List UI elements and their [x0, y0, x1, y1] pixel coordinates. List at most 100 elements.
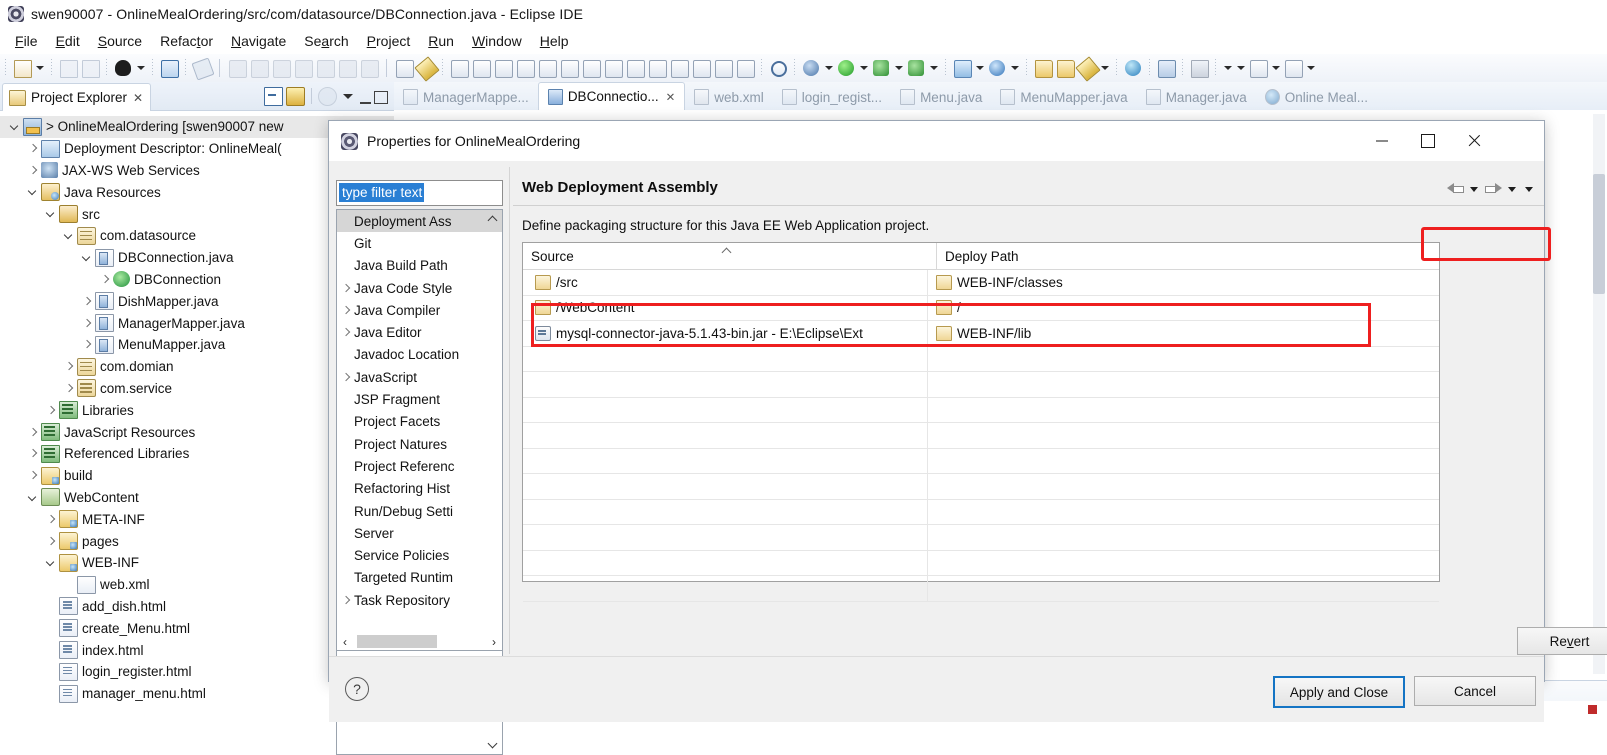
- step-return-icon[interactable]: [337, 58, 357, 78]
- debug-dropdown-icon[interactable]: [823, 58, 834, 78]
- toolbar-icon-j[interactable]: [647, 58, 667, 78]
- apply-and-close-button[interactable]: Apply and Close: [1273, 676, 1405, 708]
- tree-twisty-right-icon[interactable]: [80, 312, 95, 334]
- console-icon[interactable]: [159, 58, 179, 78]
- tree-twisty-right-icon[interactable]: [26, 465, 41, 487]
- tree-twisty-right-icon[interactable]: [26, 443, 41, 465]
- editor-tab[interactable]: DBConnectio... ✕: [537, 82, 686, 110]
- close-button[interactable]: [1451, 121, 1497, 161]
- menu-window[interactable]: Window: [463, 31, 531, 51]
- new-wizard-icon[interactable]: [952, 58, 972, 78]
- open-perspective-icon[interactable]: [1033, 58, 1053, 78]
- tree-twisty-right-icon[interactable]: [44, 508, 59, 530]
- person-icon[interactable]: [113, 58, 133, 78]
- tree-twisty-right-icon[interactable]: [80, 334, 95, 356]
- minimize-button[interactable]: [1359, 121, 1405, 161]
- step-over-icon[interactable]: [315, 58, 335, 78]
- terminate-icon[interactable]: [271, 58, 291, 78]
- forward-arrow-icon[interactable]: [1485, 181, 1502, 196]
- editor-vertical-scrollbar[interactable]: [1593, 114, 1605, 674]
- maximize-button[interactable]: [1405, 121, 1451, 161]
- property-page-item[interactable]: Java Editor: [337, 321, 502, 343]
- toolbar-icon-e[interactable]: [537, 58, 557, 78]
- editor-tab[interactable]: ManagerMappe...: [394, 84, 538, 110]
- forward-dropdown-icon[interactable]: [1506, 182, 1519, 196]
- tree-twisty-right-icon[interactable]: [44, 530, 59, 552]
- menu-project[interactable]: Project: [358, 31, 420, 51]
- down-chevron-icon[interactable]: [488, 739, 500, 751]
- menu-help[interactable]: Help: [531, 31, 578, 51]
- open-task-icon[interactable]: [414, 56, 440, 82]
- property-page-item[interactable]: Java Code Style: [337, 277, 502, 299]
- expand-chevron-icon[interactable]: [339, 299, 354, 321]
- view-menu-icon[interactable]: [340, 88, 357, 105]
- menu-run[interactable]: Run: [419, 31, 463, 51]
- property-page-item[interactable]: Project Natures: [337, 433, 502, 455]
- new-server-dropdown-icon[interactable]: [1009, 58, 1020, 78]
- debug-icon[interactable]: [801, 58, 821, 78]
- property-page-item[interactable]: JSP Fragment: [337, 388, 502, 410]
- toolbar-icon-f[interactable]: [559, 58, 579, 78]
- page-menu-icon[interactable]: [1523, 182, 1536, 196]
- collapse-all-icon[interactable]: [264, 86, 283, 106]
- toolbar-icon-i[interactable]: [625, 58, 645, 78]
- expand-chevron-icon[interactable]: [339, 277, 354, 299]
- property-page-item[interactable]: Java Compiler: [337, 299, 502, 321]
- back-arrow-icon[interactable]: [1447, 181, 1464, 196]
- scroll-left-icon[interactable]: ‹: [337, 635, 353, 649]
- editor-tab[interactable]: login_regist...: [773, 84, 891, 110]
- toolbar-icon-d[interactable]: [515, 58, 535, 78]
- menu-file[interactable]: File: [6, 31, 47, 51]
- editor-tab[interactable]: web.xml: [685, 84, 773, 110]
- tree-twisty-down-icon[interactable]: [8, 116, 23, 138]
- toolbar-icon-n[interactable]: [735, 58, 755, 78]
- minimize-icon[interactable]: [360, 92, 371, 104]
- property-page-item[interactable]: Run/Debug Setti: [337, 500, 502, 522]
- tree-twisty-right-icon[interactable]: [44, 399, 59, 421]
- tree-twisty-down-icon[interactable]: [62, 225, 77, 247]
- focus-icon[interactable]: [318, 86, 337, 106]
- toggle-mark-occurrences-icon[interactable]: [394, 58, 414, 78]
- revert-button[interactable]: Re v ert: [1517, 627, 1607, 655]
- run-icon[interactable]: [836, 58, 856, 78]
- toolbar-icon-k[interactable]: [669, 58, 689, 78]
- table-row[interactable]: /WebContent /: [523, 295, 1439, 321]
- toolbar-overflow-a-icon[interactable]: [1222, 58, 1233, 78]
- help-icon[interactable]: ?: [345, 677, 369, 701]
- maximize-icon[interactable]: [374, 91, 388, 104]
- column-header-deploy-path[interactable]: Deploy Path: [937, 243, 1439, 269]
- toolbar-icon-a[interactable]: [449, 58, 469, 78]
- toolbar-icon-b[interactable]: [471, 58, 491, 78]
- editor-tab[interactable]: MenuMapper.java: [991, 84, 1136, 110]
- property-page-item[interactable]: Deployment Ass: [337, 210, 502, 233]
- toolbar-overflow-c-icon[interactable]: [1270, 58, 1281, 78]
- tree-twisty-right-icon[interactable]: [98, 269, 113, 291]
- editor-tab[interactable]: Menu.java: [891, 84, 991, 110]
- search-icon[interactable]: [768, 58, 788, 78]
- property-page-item[interactable]: Service Policies: [337, 544, 502, 566]
- property-page-item[interactable]: Project Referenc: [337, 455, 502, 477]
- tree-twisty-down-icon[interactable]: [26, 487, 41, 509]
- new-dropdown-icon[interactable]: [34, 58, 45, 78]
- new-server-icon[interactable]: [987, 58, 1007, 78]
- property-page-item[interactable]: Javadoc Location: [337, 344, 502, 366]
- tree-twisty-down-icon[interactable]: [44, 203, 59, 225]
- pencil-icon[interactable]: [1075, 56, 1101, 82]
- property-page-item[interactable]: Targeted Runtim: [337, 567, 502, 589]
- property-page-item[interactable]: Java Build Path: [337, 255, 502, 277]
- expand-chevron-icon[interactable]: [339, 366, 354, 388]
- toolbar-icon-o[interactable]: [1248, 58, 1268, 78]
- toolbar-icon-c[interactable]: [493, 58, 513, 78]
- property-page-item[interactable]: Project Facets: [337, 411, 502, 433]
- refresh-icon[interactable]: [1156, 58, 1176, 78]
- expand-chevron-icon[interactable]: [339, 589, 354, 611]
- menu-search[interactable]: Search: [295, 31, 357, 51]
- up-chevron-icon[interactable]: [488, 213, 500, 225]
- terminate-icon[interactable]: [1588, 705, 1597, 714]
- resume-icon[interactable]: [227, 58, 247, 78]
- tree-twisty-right-icon[interactable]: [26, 421, 41, 443]
- run-dropdown-icon[interactable]: [858, 58, 869, 78]
- stop-server-dropdown-icon[interactable]: [928, 58, 939, 78]
- property-page-item[interactable]: Server: [337, 522, 502, 544]
- table-row[interactable]: /src WEB-INF/classes: [523, 270, 1439, 296]
